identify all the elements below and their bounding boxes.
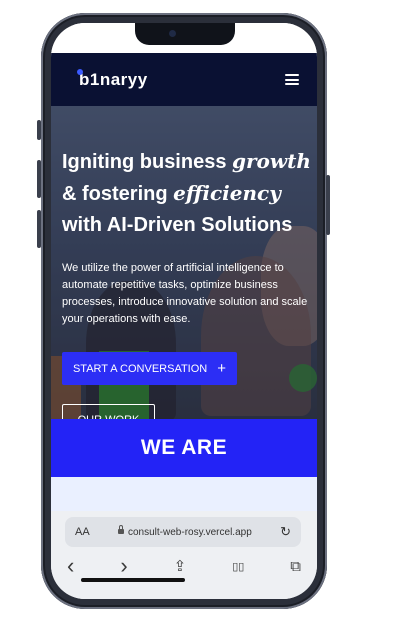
plus-icon: +: [217, 360, 227, 377]
hero-headline: Igniting business growth & fostering eff…: [62, 146, 312, 241]
headline-line3: with AI-Driven Solutions: [62, 214, 293, 236]
hero-section: Igniting business growth & fostering eff…: [51, 106, 317, 419]
tabs-icon[interactable]: ⧉: [290, 558, 301, 575]
url-value: consult-web-rosy.vercel.app: [128, 526, 252, 538]
volume-up-button: [37, 160, 41, 198]
site-navbar: b1naryy: [51, 53, 317, 106]
hero-subtext: We utilize the power of artificial intel…: [62, 262, 308, 325]
phone-screen: b1naryy Igniting business growth & foste…: [51, 23, 317, 599]
camera-icon: [169, 30, 176, 37]
browser-chrome: AA consult-web-rosy.vercel.app ↻ ‹ › ⇪ ▯…: [51, 511, 317, 599]
headline-line2: & fostering: [62, 183, 174, 205]
forward-icon[interactable]: ›: [120, 553, 127, 579]
volume-down-button: [37, 210, 41, 248]
start-conversation-button[interactable]: START A CONVERSATION +: [62, 352, 237, 385]
our-work-button[interactable]: OUR WORK: [62, 404, 155, 419]
headline-em-growth: growth: [232, 149, 311, 173]
home-indicator: [81, 578, 185, 582]
lock-icon: [118, 524, 124, 534]
power-button: [326, 175, 330, 235]
notch: [135, 23, 235, 45]
url-text: consult-web-rosy.vercel.app: [90, 524, 280, 538]
reload-icon[interactable]: ↻: [280, 524, 291, 540]
bookmarks-icon[interactable]: ▯▯: [232, 560, 244, 573]
content-section: [51, 477, 317, 511]
logo-text: b1naryy: [79, 69, 148, 89]
browser-toolbar: ‹ › ⇪ ▯▯ ⧉: [59, 553, 309, 579]
address-bar[interactable]: AA consult-web-rosy.vercel.app ↻: [65, 517, 301, 547]
headline-em-efficiency: efficiency: [173, 181, 281, 205]
hamburger-menu-icon[interactable]: [285, 74, 299, 85]
mute-switch: [37, 120, 41, 140]
cta-label: START A CONVERSATION: [72, 362, 208, 375]
logo[interactable]: b1naryy: [77, 68, 148, 90]
reader-aa-button[interactable]: AA: [75, 526, 90, 538]
we-are-section-title: WE ARE: [51, 419, 317, 477]
back-icon[interactable]: ‹: [67, 553, 74, 579]
share-icon[interactable]: ⇪: [174, 557, 187, 575]
headline-line1: Igniting business: [62, 151, 233, 173]
logo-dot: [77, 68, 83, 75]
